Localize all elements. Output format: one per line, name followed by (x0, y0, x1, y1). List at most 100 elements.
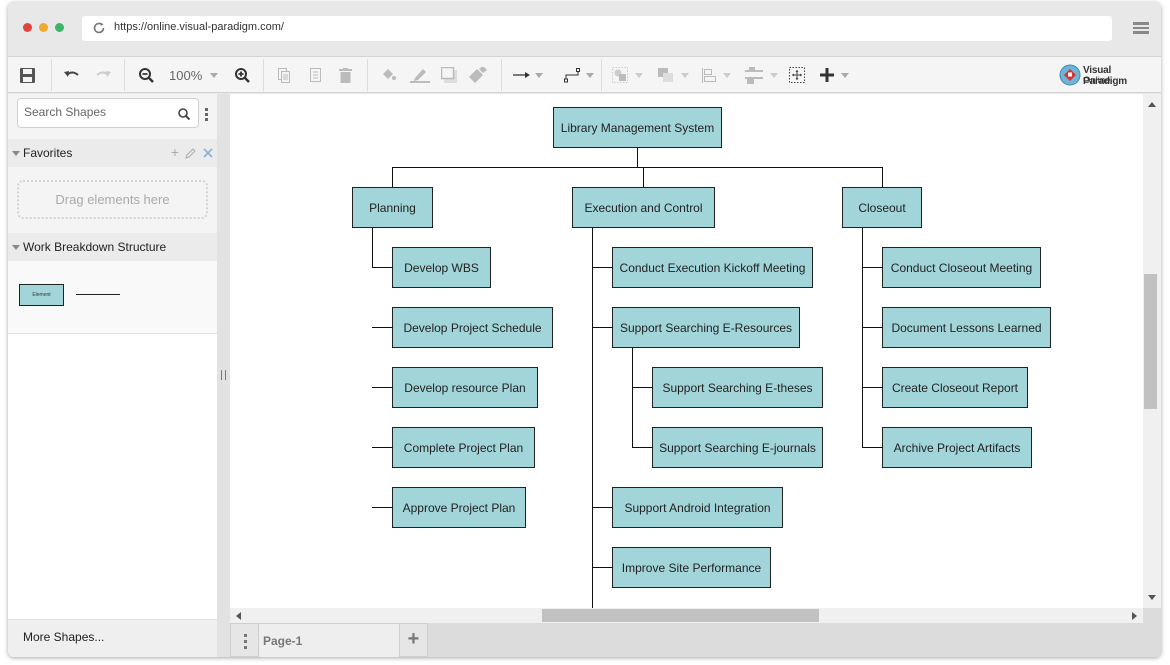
wbs-root-node[interactable]: Library Management System (553, 107, 722, 148)
wbs-task-node[interactable]: Support Android Integration (612, 487, 783, 528)
connector-line (862, 447, 883, 448)
add-shape-button[interactable] (820, 65, 849, 85)
wbs-branch-node[interactable]: Planning (352, 187, 433, 228)
add-favorite-icon[interactable]: + (171, 144, 179, 160)
edit-icon[interactable] (185, 147, 197, 159)
fit-selection-icon (789, 67, 805, 83)
close-window-button[interactable] (23, 23, 32, 32)
wbs-section-header[interactable]: Work Breakdown Structure (8, 233, 217, 261)
arrange-icon (658, 67, 673, 82)
connector-line (862, 387, 883, 388)
collapse-icon (12, 245, 20, 250)
connector-line (372, 387, 393, 388)
wbs-task-node[interactable]: Develop resource Plan (392, 367, 538, 408)
connector-line (637, 148, 638, 168)
wbs-task-node[interactable]: Complete Project Plan (392, 427, 535, 468)
connector-line (392, 167, 883, 168)
wbs-task-node[interactable]: Archive Project Artifacts (882, 427, 1032, 468)
element-shape[interactable]: Element (19, 284, 64, 306)
zoom-level[interactable]: 100% (169, 68, 202, 83)
horizontal-scroll-thumb[interactable] (542, 609, 819, 622)
scroll-left-icon[interactable] (236, 612, 241, 620)
search-shapes-input[interactable] (24, 105, 174, 119)
waypoint-style-button[interactable] (564, 65, 594, 85)
address-bar[interactable]: https://online.visual-paradigm.com/ (82, 16, 1112, 41)
connector-style-button[interactable] (513, 65, 543, 85)
connector-line (592, 267, 613, 268)
wbs-branch-node[interactable]: Closeout (842, 187, 922, 228)
delete-button[interactable] (339, 65, 352, 85)
sidebar-empty-area (8, 334, 217, 619)
page-tab[interactable]: Page-1 (259, 623, 399, 657)
wbs-task-node[interactable]: Conduct Execution Kickoff Meeting (612, 247, 813, 288)
save-button[interactable] (20, 65, 35, 85)
zoom-in-button[interactable] (235, 65, 250, 85)
minimize-window-button[interactable] (39, 23, 48, 32)
wbs-subtask-node[interactable]: Support Searching E-theses (652, 367, 823, 408)
maximize-window-button[interactable] (55, 23, 64, 32)
chevron-down-icon (535, 72, 543, 78)
shadow-icon (441, 67, 457, 83)
zoom-out-button[interactable] (139, 65, 154, 85)
wbs-task-node[interactable]: Develop Project Schedule (392, 307, 553, 348)
wbs-branch-node[interactable]: Execution and Control (572, 187, 715, 228)
fit-selection-button[interactable] (789, 65, 805, 85)
shapes-sidebar: Favorites + Drag elements here Work Brea… (8, 94, 217, 657)
fill-color-icon (383, 69, 396, 80)
wbs-task-node[interactable]: Develop WBS (392, 247, 491, 288)
search-icon[interactable] (178, 108, 190, 120)
search-shapes-box[interactable] (17, 98, 199, 128)
wbs-task-node[interactable]: Create Closeout Report (882, 367, 1028, 408)
sidebar-options-icon[interactable] (205, 108, 208, 123)
connector-line-shape[interactable] (76, 294, 120, 295)
paste-button[interactable] (310, 65, 321, 85)
horizontal-scrollbar[interactable] (230, 608, 1143, 623)
save-icon (20, 67, 35, 83)
add-page-button[interactable]: + (399, 623, 428, 657)
zoom-level-dropdown[interactable] (210, 65, 218, 85)
arrange-button[interactable] (658, 65, 689, 85)
logo-subtext: Online (1083, 75, 1111, 86)
diagram-canvas[interactable]: Library Management System Planning Executi… (230, 94, 1143, 608)
fill-color-button[interactable] (381, 65, 397, 85)
favorites-dropzone[interactable]: Drag elements here (17, 180, 208, 219)
scroll-right-icon[interactable] (1132, 612, 1137, 620)
favorites-header[interactable]: Favorites + (8, 139, 217, 167)
wbs-task-node[interactable]: Document Lessons Learned (882, 307, 1051, 348)
format-painter-button[interactable] (469, 65, 487, 85)
page-menu-button[interactable] (230, 623, 259, 657)
delete-icon (339, 67, 352, 83)
favorites-label: Favorites (23, 146, 73, 160)
browser-menu-icon[interactable] (1133, 22, 1149, 34)
connector-line (862, 267, 883, 268)
drag-handle-icon[interactable] (221, 370, 226, 380)
wbs-task-node[interactable]: Conduct Closeout Meeting (882, 247, 1041, 288)
undo-button[interactable] (64, 65, 80, 85)
align-button[interactable] (702, 65, 731, 85)
more-shapes-button[interactable]: More Shapes... (8, 619, 217, 657)
wbs-subtask-node[interactable]: Support Searching E-journals (652, 427, 823, 468)
wbs-shapes-palette: Element (8, 261, 217, 334)
shadow-button[interactable] (441, 65, 457, 85)
reload-icon[interactable] (92, 21, 106, 35)
scroll-down-icon[interactable] (1148, 595, 1156, 600)
wbs-task-node[interactable]: Improve Site Performance (612, 547, 771, 588)
connector-line (372, 327, 393, 328)
close-icon[interactable] (203, 148, 213, 158)
align-icon (702, 67, 716, 83)
wbs-task-node[interactable]: Approve Project Plan (392, 487, 526, 528)
sidebar-splitter[interactable] (217, 94, 230, 657)
copy-button[interactable] (278, 65, 290, 85)
group-button[interactable] (612, 65, 643, 85)
visual-paradigm-logo[interactable]: Visual Paradigm Online (1059, 63, 1157, 89)
scroll-up-icon[interactable] (1148, 102, 1156, 107)
line-color-button[interactable] (410, 65, 430, 85)
vertical-scroll-thumb[interactable] (1144, 274, 1157, 409)
vertical-scrollbar[interactable] (1143, 94, 1161, 608)
redo-button[interactable] (95, 65, 111, 85)
wbs-task-node[interactable]: Support Searching E-Resources (612, 307, 800, 348)
connector-line (643, 167, 644, 188)
connector-line (632, 387, 653, 388)
distribute-button[interactable] (745, 65, 778, 85)
connector-line (392, 167, 393, 188)
